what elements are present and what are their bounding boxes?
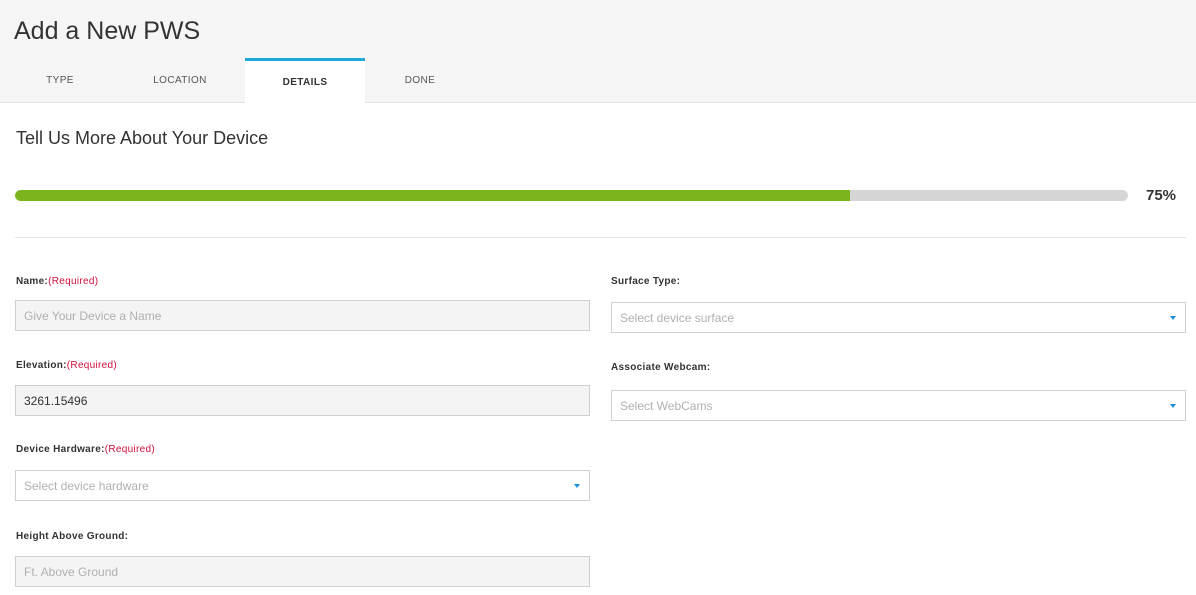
height-label: Height Above Ground: [16, 531, 128, 542]
surface-label-text: Surface Type: [611, 276, 681, 287]
hardware-required-text: (Required) [104, 444, 155, 455]
elevation-required-text: (Required) [66, 360, 118, 371]
hardware-select[interactable]: Select device hardware [15, 470, 590, 501]
surface-select[interactable]: Select device surface [611, 302, 1186, 333]
chevron-down-icon [1170, 404, 1176, 408]
progress-bar [15, 190, 1128, 201]
webcam-select-placeholder: Select WebCams [620, 398, 713, 413]
elevation-input-value: 3261.15496 [24, 393, 88, 408]
page-title: Add a New PWS [14, 17, 201, 45]
hardware-select-placeholder: Select device hardware [24, 478, 149, 493]
chevron-down-icon [574, 484, 580, 488]
height-label-text: Height Above Ground: [16, 531, 129, 542]
name-input-placeholder: Give Your Device a Name [24, 308, 162, 323]
progress-bar-fill [15, 190, 850, 201]
elevation-label: Elevation:(Required) [16, 360, 117, 371]
elevation-input[interactable]: 3261.15496 [15, 385, 590, 416]
name-label: Name:(Required) [16, 276, 98, 287]
surface-label: Surface Type: [611, 276, 680, 287]
hardware-label-text: Device Hardware: [16, 444, 105, 455]
webcam-select[interactable]: Select WebCams [611, 390, 1186, 421]
tab-location[interactable]: LOCATION [120, 59, 240, 102]
webcam-label-text: Associate Webcam: [611, 362, 711, 373]
surface-select-placeholder: Select device surface [620, 310, 735, 325]
webcam-label: Associate Webcam: [611, 362, 710, 373]
name-required-text: (Required) [48, 276, 99, 287]
elevation-label-text: Elevation: [16, 360, 67, 371]
tab-details[interactable]: DETAILS [245, 58, 365, 103]
tab-type[interactable]: TYPE [0, 59, 120, 102]
progress-percent: 75% [1146, 187, 1177, 204]
chevron-down-icon [1170, 316, 1176, 320]
section-title: Tell Us More About Your Device [16, 128, 269, 148]
divider [15, 237, 1186, 238]
page-header: Add a New PWS TYPE LOCATION DETAILS DONE [0, 0, 1196, 103]
height-input[interactable]: Ft. Above Ground [15, 556, 590, 587]
name-input[interactable]: Give Your Device a Name [15, 300, 590, 331]
tab-done[interactable]: DONE [360, 59, 480, 102]
height-input-placeholder: Ft. Above Ground [24, 564, 119, 579]
name-label-text: Name: [16, 276, 49, 287]
hardware-label: Device Hardware:(Required) [16, 444, 155, 455]
